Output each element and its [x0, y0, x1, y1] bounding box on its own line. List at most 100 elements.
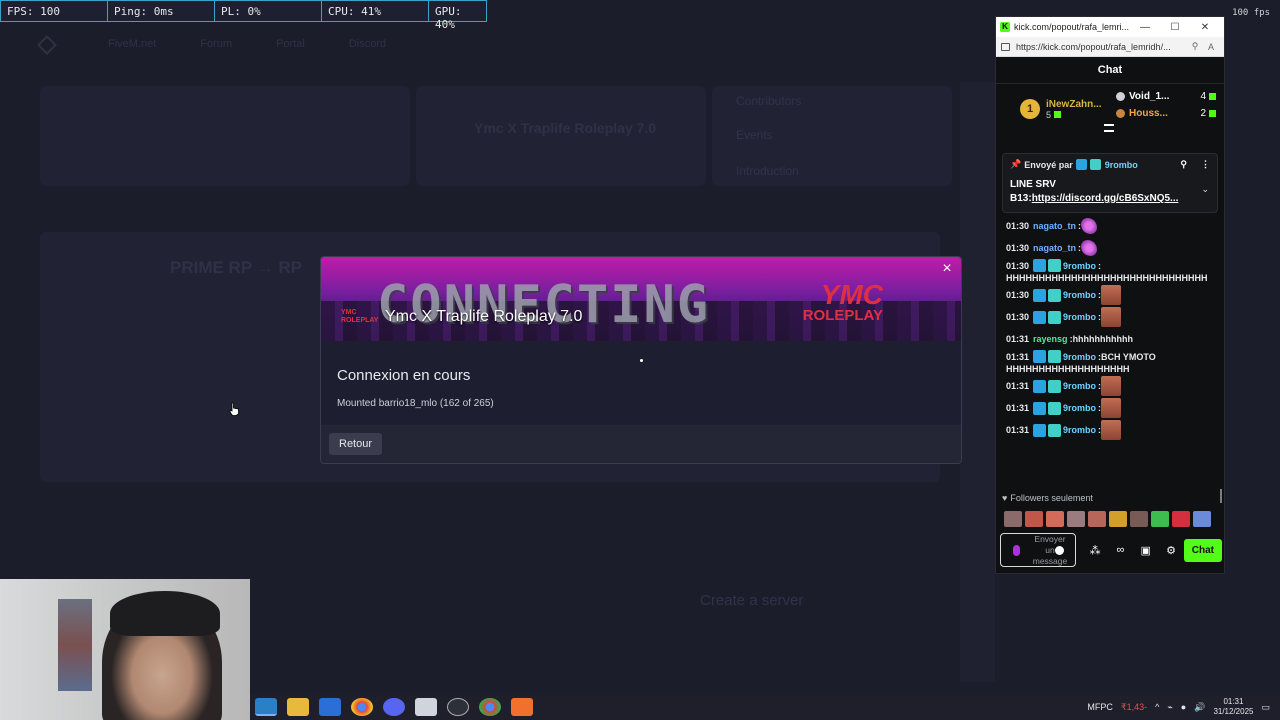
- message-username[interactable]: 9rombo: [1063, 312, 1096, 322]
- message-username[interactable]: 9rombo: [1063, 425, 1096, 435]
- mail-icon[interactable]: [319, 698, 341, 716]
- mic-tray-icon[interactable]: ●: [1181, 702, 1186, 712]
- leaderboard-row[interactable]: Houss... 2: [1116, 105, 1216, 122]
- scrollbar-thumb[interactable]: [1220, 489, 1222, 503]
- kick-gem-icon: [1209, 110, 1216, 117]
- close-icon[interactable]: ×: [939, 261, 955, 277]
- app-icon[interactable]: [415, 698, 437, 716]
- message-time: 01:31: [1006, 403, 1030, 413]
- edge-icon[interactable]: [255, 698, 277, 716]
- emote-icon[interactable]: [1025, 511, 1043, 527]
- wall-poster: [58, 599, 92, 691]
- emote-icon[interactable]: [1193, 511, 1211, 527]
- pinned-link[interactable]: https://discord.gg/cB6SxNQ5...: [1032, 193, 1179, 204]
- unpin-icon[interactable]: ⚲: [1180, 159, 1187, 170]
- chevron-up-icon[interactable]: ^: [1155, 702, 1159, 712]
- chrome-icon[interactable]: [479, 698, 501, 716]
- message-username[interactable]: 9rombo: [1063, 261, 1096, 271]
- connecting-modal: CONNECTING YMC ROLEPLAY YMC ROLEPLAY Ymc…: [320, 256, 962, 464]
- chat-input[interactable]: Envoyer un message: [1000, 533, 1077, 567]
- leaderboard-others: Void_1... 4 Houss... 2: [1116, 88, 1216, 130]
- emote-icon[interactable]: [1046, 511, 1064, 527]
- file-explorer-icon[interactable]: [287, 698, 309, 716]
- collapse-leaderboard-icon[interactable]: [1104, 124, 1114, 132]
- bg-nav-item: Forum: [200, 38, 233, 50]
- obs-icon[interactable]: [447, 698, 469, 716]
- bg-featured-server: Ymc X Traplife Roleplay 7.0: [474, 120, 657, 136]
- infinity-icon[interactable]: ∞: [1108, 544, 1133, 556]
- message-username[interactable]: nagato_tn: [1033, 221, 1076, 231]
- send-chat-button[interactable]: Chat: [1183, 538, 1222, 562]
- pinned-author[interactable]: 9rombo: [1105, 160, 1138, 170]
- pin-icon: 📌: [1010, 159, 1022, 169]
- subscriber-badge-icon: [1048, 350, 1062, 363]
- chrome-icon[interactable]: [351, 698, 373, 716]
- emote-icon[interactable]: [1130, 511, 1148, 527]
- url-text[interactable]: https://kick.com/popout/rafa_lemridh/...: [1016, 42, 1187, 52]
- subscriber-badge-icon: [1048, 288, 1062, 302]
- leaderboard-name: Houss...: [1129, 108, 1168, 119]
- chat-message: 01:30 9rombo: HHHHHHHHHHHHHHHHHHHHHHHHHHH…: [1006, 259, 1214, 284]
- server-name: Ymc X Traplife Roleplay 7.0: [385, 308, 583, 325]
- moderator-badge-icon: [1033, 423, 1047, 437]
- chevron-down-icon[interactable]: ⌄: [1201, 184, 1209, 195]
- clock[interactable]: 01:31 31/12/2025: [1213, 697, 1253, 717]
- bg-right-panel: [960, 82, 995, 682]
- leaderboard-first[interactable]: 1 iNewZahn... 5: [1020, 88, 1116, 130]
- pinned-message: 📌 Envoyé par 9rombo ⚲ ⋮ LINE SRV B13:http…: [1002, 153, 1218, 213]
- minimize-icon[interactable]: —: [1130, 22, 1160, 33]
- settings-icon[interactable]: ⚙: [1158, 544, 1183, 557]
- microphone-icon[interactable]: [1013, 544, 1020, 556]
- message-username[interactable]: 9rombo: [1063, 290, 1096, 300]
- chat-message: 01:30 9rombo:: [1006, 306, 1214, 328]
- emote-icon[interactable]: [1088, 511, 1106, 527]
- close-icon[interactable]: ✕: [1190, 22, 1220, 33]
- maximize-icon[interactable]: ☐: [1160, 22, 1190, 33]
- taskbar: MFPC ₹1,43- ^ ⌁ ● 🔊 01:31 31/12/2025 ▭: [250, 694, 1280, 720]
- chat-message: 01:30 nagato_tn:: [1006, 215, 1214, 237]
- back-button[interactable]: Retour: [329, 433, 383, 455]
- chat-message: 01:31 9rombo:: [1006, 397, 1214, 419]
- message-username[interactable]: nagato_tn: [1033, 243, 1076, 253]
- banner-connecting-word: CONNECTING: [377, 275, 711, 335]
- read-aloud-icon[interactable]: A: [1203, 42, 1219, 52]
- fivem-icon[interactable]: [511, 698, 533, 716]
- zoom-icon[interactable]: ⚲: [1187, 41, 1203, 52]
- emote-icon[interactable]: [1172, 511, 1190, 527]
- followers-only-bar: ♥ Followers seulement: [1002, 493, 1093, 503]
- performance-overlay: FPS: 100 Ping: 0ms PL: 0% CPU: 41% GPU: …: [0, 0, 487, 31]
- message-text: HHHHHHHHHHHHHHHHHHH: [1006, 364, 1130, 374]
- clock-date: 31/12/2025: [1213, 707, 1254, 716]
- fps-counter-corner: 100 fps: [1232, 8, 1270, 18]
- moderator-badge-icon: [1033, 288, 1047, 302]
- discord-icon[interactable]: [383, 698, 405, 716]
- emote-icon[interactable]: [1151, 511, 1169, 527]
- silver-medal-icon: [1116, 92, 1125, 101]
- message-username[interactable]: rayensg: [1033, 334, 1068, 344]
- volume-icon[interactable]: 🔊: [1194, 702, 1205, 713]
- modal-title: Connexion en cours: [337, 367, 471, 384]
- notification-icon[interactable]: ▭: [1261, 702, 1270, 713]
- chat-message: 01:31 9rombo:: [1006, 419, 1214, 441]
- gpu-readout: GPU: 40%: [435, 5, 462, 31]
- leaderboard-row[interactable]: Void_1... 4: [1116, 88, 1216, 105]
- emoji-icon[interactable]: [1055, 546, 1064, 555]
- more-options-icon[interactable]: ⋮: [1201, 159, 1210, 170]
- message-username[interactable]: 9rombo: [1063, 381, 1096, 391]
- network-icon[interactable]: ⌁: [1167, 702, 1172, 713]
- clips-icon[interactable]: ⁂: [1082, 544, 1107, 557]
- emote-icon[interactable]: [1004, 511, 1022, 527]
- kick-gem-icon: [1054, 110, 1062, 118]
- message-username[interactable]: 9rombo: [1063, 352, 1096, 362]
- bg-sidebar-link: Contributors: [736, 94, 802, 108]
- bg-sidebar-link: Introduction: [736, 164, 799, 178]
- subscriber-badge-icon: [1048, 423, 1062, 437]
- tray-value: ₹1,43-: [1120, 701, 1148, 712]
- bg-sidebar-link: Events: [736, 128, 773, 142]
- leaderboard-name: iNewZahn...: [1046, 98, 1102, 110]
- store-icon[interactable]: ▣: [1133, 544, 1158, 557]
- butterfly-emote-icon: [1081, 218, 1098, 234]
- emote-icon[interactable]: [1109, 511, 1127, 527]
- emote-icon[interactable]: [1067, 511, 1085, 527]
- message-username[interactable]: 9rombo: [1063, 403, 1096, 413]
